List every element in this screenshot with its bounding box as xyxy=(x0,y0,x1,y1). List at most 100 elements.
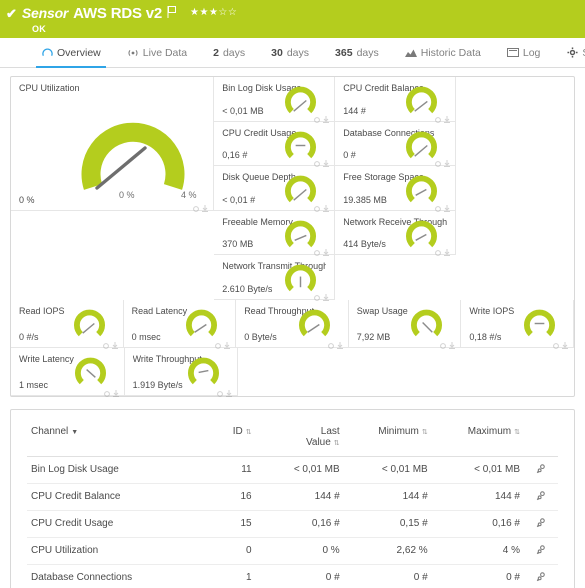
gauge-mini-icons[interactable] xyxy=(314,199,329,206)
gauge-toggle-icon[interactable] xyxy=(435,243,441,250)
gauge-disk-queue-depth[interactable]: Disk Queue Depth < 0,01 # xyxy=(214,166,335,211)
gauge-mini-icons[interactable] xyxy=(104,384,119,391)
gauge-cpu-utilization[interactable]: CPU Utilization 0 % 0 % 4 % xyxy=(11,77,214,211)
gauge-network-receive-throughput[interactable]: Network Receive Throughput 414 Byte/s xyxy=(335,211,456,256)
gauge-write-throughput[interactable]: Write Throughput 1.919 Byte/s xyxy=(125,348,239,396)
cell-actions[interactable] xyxy=(524,510,558,537)
gauge-toggle-icon[interactable] xyxy=(435,199,441,206)
column-header-id[interactable]: ID⇅ xyxy=(214,420,255,457)
gauge-mini-icons[interactable] xyxy=(328,336,343,343)
gauge-toggle-icon[interactable] xyxy=(314,199,320,206)
tab-live-data[interactable]: Live Data xyxy=(114,38,200,67)
gauge-read-iops[interactable]: Read IOPS 0 #/s xyxy=(11,300,124,348)
gauge-download-icon[interactable] xyxy=(323,243,329,250)
gauge-toggle-icon[interactable] xyxy=(314,243,320,250)
gauge-read-throughput[interactable]: Read Throughput 0 Byte/s xyxy=(236,300,349,348)
gauge-toggle-icon[interactable] xyxy=(215,336,221,343)
gauge-toggle-icon[interactable] xyxy=(314,154,320,161)
flag-icon[interactable] xyxy=(167,5,177,17)
gauge-toggle-icon[interactable] xyxy=(553,336,559,343)
tab-2-days[interactable]: 2 days xyxy=(200,38,258,67)
tab-settings[interactable]: Settings xyxy=(553,38,585,67)
gauge-mini-icons[interactable] xyxy=(314,288,329,295)
gauge-download-icon[interactable] xyxy=(562,336,568,343)
gauge-download-icon[interactable] xyxy=(202,199,208,206)
gauge-download-icon[interactable] xyxy=(337,336,343,343)
gauge-download-icon[interactable] xyxy=(449,336,455,343)
gauge-network-transmit-throughput[interactable]: Network Transmit Throughput 2.610 Byte/s xyxy=(214,255,335,300)
gauge-download-icon[interactable] xyxy=(323,288,329,295)
tab-historic-data[interactable]: Historic Data xyxy=(392,38,494,67)
settings-gear-icon[interactable] xyxy=(536,490,547,501)
priority-stars[interactable]: ★★★☆☆ xyxy=(190,8,237,18)
gauge-database-connections[interactable]: Database Connections 0 # xyxy=(335,122,456,167)
table-row[interactable]: Bin Log Disk Usage 11 < 0,01 MB < 0,01 M… xyxy=(27,456,558,483)
gauge-download-icon[interactable] xyxy=(224,336,230,343)
gauge-write-latency[interactable]: Write Latency 1 msec xyxy=(11,348,125,396)
table-row[interactable]: Database Connections 1 0 # 0 # 0 # xyxy=(27,564,558,588)
gauge-write-iops[interactable]: Write IOPS 0,18 #/s xyxy=(461,300,574,348)
gauge-freeable-memory[interactable]: Freeable Memory 370 MB xyxy=(214,211,335,256)
gauge-toggle-icon[interactable] xyxy=(328,336,334,343)
gauge-read-latency[interactable]: Read Latency 0 msec xyxy=(124,300,237,348)
gauge-toggle-icon[interactable] xyxy=(435,154,441,161)
gauge-download-icon[interactable] xyxy=(323,110,329,117)
gauge-download-icon[interactable] xyxy=(112,336,118,343)
cell-actions[interactable] xyxy=(524,564,558,588)
gauge-mini-icons[interactable] xyxy=(435,154,450,161)
settings-gear-icon[interactable] xyxy=(536,517,547,528)
tab-30-days[interactable]: 30 days xyxy=(258,38,322,67)
gauge-swap-usage[interactable]: Swap Usage 7,92 MB xyxy=(349,300,462,348)
column-header-last-value[interactable]: Last Value⇅ xyxy=(256,420,344,457)
gauge-download-icon[interactable] xyxy=(323,199,329,206)
gauge-mini-icons[interactable] xyxy=(314,154,329,161)
gauge-download-icon[interactable] xyxy=(226,384,232,391)
gauge-toggle-icon[interactable] xyxy=(103,336,109,343)
gauge-mini-icons[interactable] xyxy=(217,384,232,391)
gauge-toggle-icon[interactable] xyxy=(104,384,110,391)
cell-actions[interactable] xyxy=(524,456,558,483)
gauge-cpu-credit-balance[interactable]: CPU Credit Balance 144 # xyxy=(335,77,456,122)
gauge-download-icon[interactable] xyxy=(444,154,450,161)
gauge-mini-icons[interactable] xyxy=(103,336,118,343)
column-header-channel[interactable]: Channel▼ xyxy=(27,420,214,457)
gauge-mini-icons[interactable] xyxy=(314,110,329,117)
gauge-read-throughput-value: 0 Byte/s xyxy=(244,332,277,342)
column-header-minimum[interactable]: Minimum⇅ xyxy=(344,420,432,457)
gauge-download-icon[interactable] xyxy=(444,110,450,117)
monitor-icon xyxy=(507,47,519,59)
gauge-mini-icons[interactable] xyxy=(435,110,450,117)
gauge-mini-icons[interactable] xyxy=(193,199,208,206)
cell-actions[interactable] xyxy=(524,483,558,510)
settings-gear-icon[interactable] xyxy=(536,571,547,582)
gauge-mini-icons[interactable] xyxy=(215,336,230,343)
table-row[interactable]: CPU Utilization 0 0 % 2,62 % 4 % xyxy=(27,537,558,564)
column-header-maximum[interactable]: Maximum⇅ xyxy=(432,420,524,457)
settings-gear-icon[interactable] xyxy=(536,544,547,555)
gauge-mini-icons[interactable] xyxy=(314,243,329,250)
gauge-toggle-icon[interactable] xyxy=(314,110,320,117)
gauge-mini-icons[interactable] xyxy=(435,243,450,250)
gauge-toggle-icon[interactable] xyxy=(435,110,441,117)
tab-overview[interactable]: Overview xyxy=(28,38,114,67)
gauge-toggle-icon[interactable] xyxy=(314,288,320,295)
table-row[interactable]: CPU Credit Usage 15 0,16 # 0,15 # 0,16 # xyxy=(27,510,558,537)
gauge-mini-icons[interactable] xyxy=(440,336,455,343)
gauge-download-icon[interactable] xyxy=(113,384,119,391)
gauge-toggle-icon[interactable] xyxy=(440,336,446,343)
gauge-toggle-icon[interactable] xyxy=(217,384,223,391)
gauge-bin-log-disk-usage[interactable]: Bin Log Disk Usage < 0,01 MB xyxy=(214,77,335,122)
gauge-download-icon[interactable] xyxy=(444,243,450,250)
cell-actions[interactable] xyxy=(524,537,558,564)
gauge-mini-icons[interactable] xyxy=(435,199,450,206)
gauge-cpu-credit-usage[interactable]: CPU Credit Usage 0,16 # xyxy=(214,122,335,167)
table-row[interactable]: CPU Credit Balance 16 144 # 144 # 144 # xyxy=(27,483,558,510)
gauge-free-storage-space[interactable]: Free Storage Space 19.385 MB xyxy=(335,166,456,211)
tab-log[interactable]: Log xyxy=(494,38,554,67)
gauge-download-icon[interactable] xyxy=(444,199,450,206)
gauge-toggle-icon[interactable] xyxy=(193,199,199,206)
gauge-download-icon[interactable] xyxy=(323,154,329,161)
gauge-mini-icons[interactable] xyxy=(553,336,568,343)
tab-365-days[interactable]: 365 days xyxy=(322,38,392,67)
settings-gear-icon[interactable] xyxy=(536,463,547,474)
